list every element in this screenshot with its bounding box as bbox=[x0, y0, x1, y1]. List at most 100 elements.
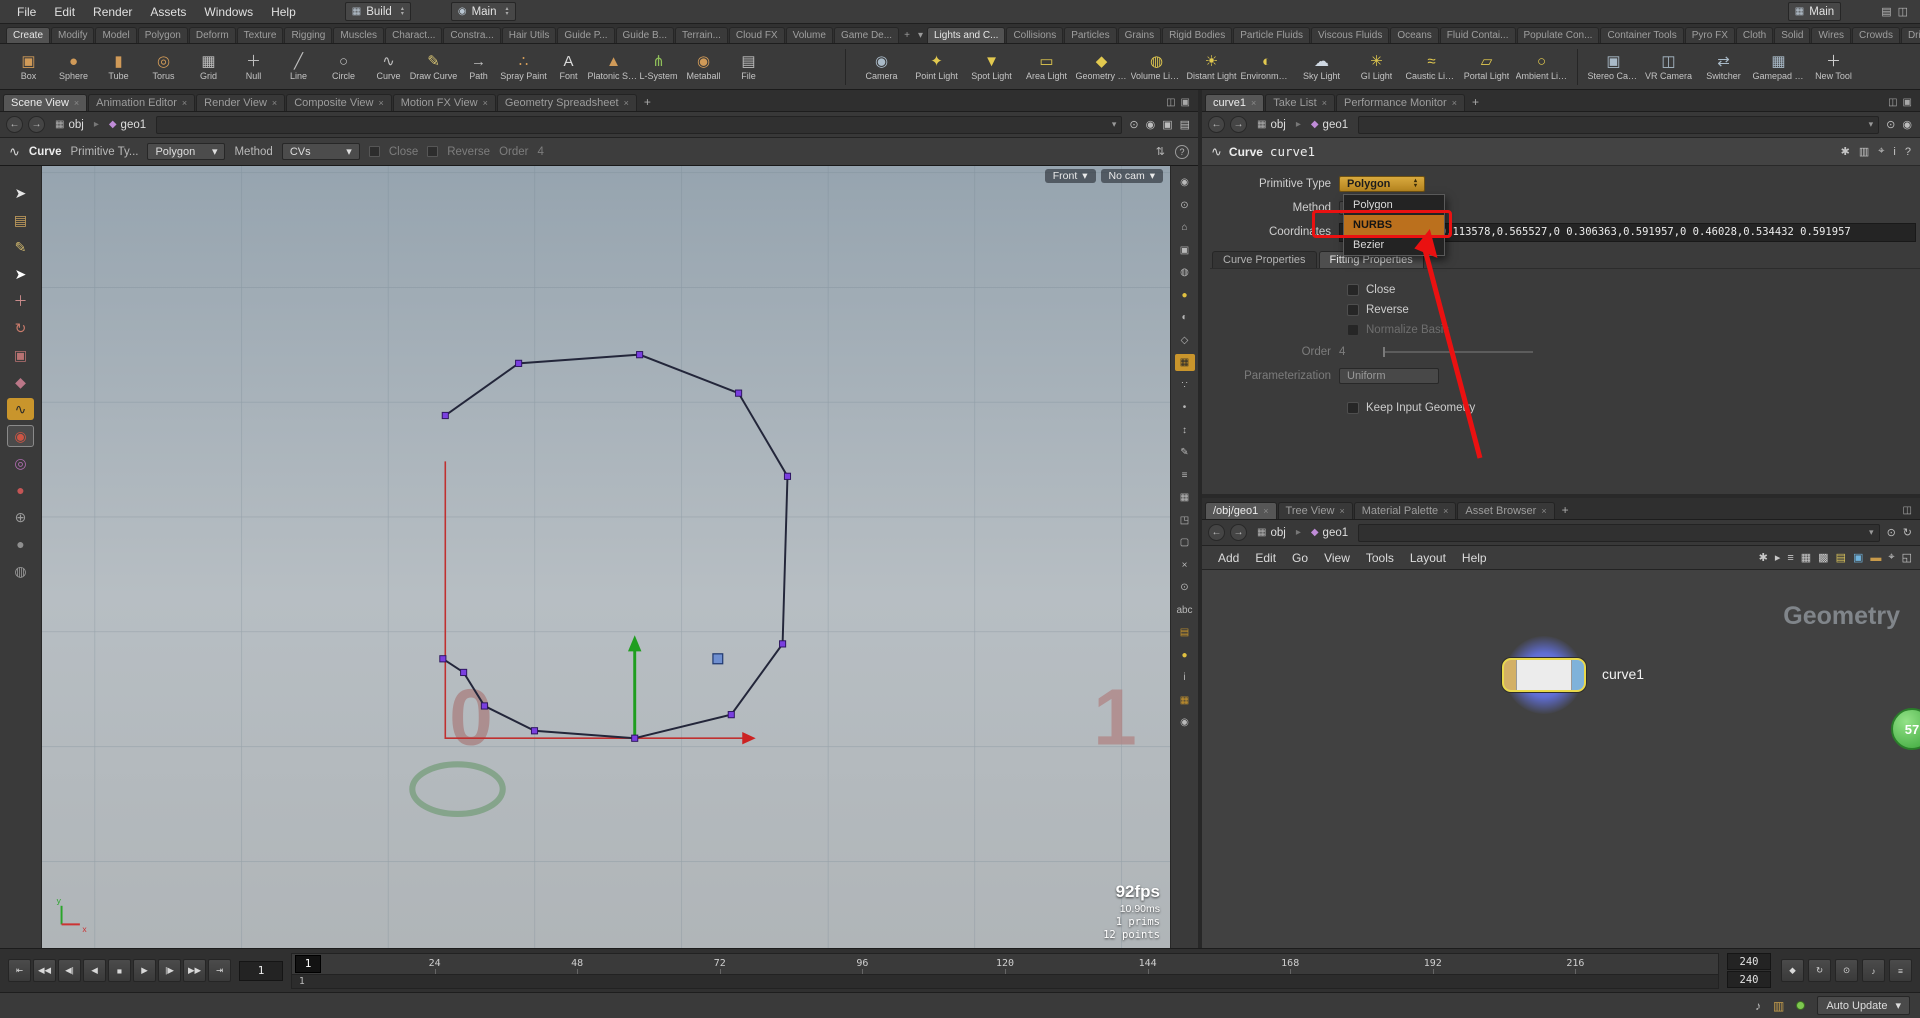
shelf-tab[interactable]: Muscles bbox=[333, 27, 384, 43]
path-combo[interactable]: ▾ bbox=[1358, 524, 1879, 542]
camera-select-button[interactable]: No cam▾ bbox=[1101, 169, 1163, 183]
shelf-tab[interactable]: Rigging bbox=[284, 27, 332, 43]
grid-orange-icon[interactable]: ▦ bbox=[1175, 692, 1195, 709]
shade-toggle-icon[interactable]: ◐ bbox=[1175, 309, 1195, 326]
menu-item[interactable]: Windows bbox=[195, 3, 262, 21]
node-name-field[interactable]: curve1 bbox=[1270, 144, 1834, 159]
pane-tab[interactable]: Animation Editor × bbox=[88, 94, 195, 111]
shelf-tab[interactable]: Oceans bbox=[1390, 27, 1438, 43]
shelf-tool[interactable]: ▲ Platonic Solids bbox=[591, 53, 636, 81]
shelf-tab[interactable]: Constra... bbox=[443, 27, 500, 43]
breadcrumb-root[interactable]: ▦ obj bbox=[1252, 118, 1291, 132]
space-toggle-icon[interactable]: ◍ bbox=[1175, 264, 1195, 281]
dropdown-item[interactable]: Bezier bbox=[1344, 235, 1444, 255]
shelf-tool[interactable]: ∴ Spray Paint bbox=[501, 53, 546, 81]
shelf-tab[interactable]: Cloth bbox=[1736, 27, 1773, 43]
path-follow-icon[interactable]: ◉ bbox=[1146, 118, 1156, 131]
path-follow-icon[interactable]: ◉ bbox=[1902, 118, 1912, 131]
prev-key-button[interactable]: ◀◀ bbox=[33, 959, 56, 982]
network-canvas[interactable]: Geometry curve1 57 bbox=[1202, 570, 1920, 948]
curve-cv[interactable] bbox=[481, 703, 487, 709]
camera-lock-icon[interactable]: ◉ bbox=[1175, 714, 1195, 731]
shelf-tool[interactable]: ▱ Portal Light bbox=[1459, 53, 1514, 81]
back-icon[interactable]: ← bbox=[6, 116, 23, 133]
audio-mute-icon[interactable]: ♪ bbox=[1755, 999, 1761, 1013]
curve-cv[interactable] bbox=[516, 360, 522, 366]
parameterization-select[interactable]: Uniform bbox=[1339, 368, 1439, 384]
network-menu-item[interactable]: View bbox=[1316, 550, 1358, 566]
pane-tab[interactable]: Take List × bbox=[1265, 94, 1335, 111]
shelf-tool[interactable]: ☁ Sky Light bbox=[1294, 53, 1349, 81]
breadcrumb-node[interactable]: ◆ geo1 bbox=[1306, 118, 1353, 132]
move-tool-icon[interactable]: ＋ bbox=[7, 290, 34, 312]
pane-tab[interactable]: Render View × bbox=[196, 94, 285, 111]
shelf-tab[interactable]: Viscous Fluids bbox=[1311, 27, 1389, 43]
shelf-tab[interactable]: Populate Con... bbox=[1517, 27, 1600, 43]
order-value[interactable]: 4 bbox=[1339, 346, 1369, 358]
view-orientation-button[interactable]: Front▾ bbox=[1045, 169, 1096, 183]
shelf-tool[interactable]: ▣ Box bbox=[6, 53, 51, 81]
edit-tool-icon[interactable]: ✎ bbox=[7, 236, 34, 258]
path-background-icon[interactable]: ▤ bbox=[1180, 118, 1190, 131]
shelf-tool[interactable]: ○ Circle bbox=[321, 53, 366, 81]
shelf-tool[interactable]: ✦ Point Light bbox=[909, 53, 964, 81]
tab-add-icon[interactable]: + bbox=[1466, 95, 1485, 111]
network-menu-item[interactable]: Help bbox=[1454, 550, 1495, 566]
breadcrumb-root[interactable]: ▦ obj bbox=[1252, 526, 1291, 540]
path-pin-icon[interactable]: ⊙ bbox=[1887, 526, 1896, 539]
op-primitive-type-select[interactable]: Polygon▾ bbox=[147, 143, 225, 160]
tab-close-icon[interactable]: × bbox=[1263, 506, 1268, 516]
shelf-tab[interactable]: Wires bbox=[1811, 27, 1851, 43]
network-menu-item[interactable]: Edit bbox=[1247, 550, 1284, 566]
shelf-tool[interactable]: ◫ VR Camera bbox=[1641, 53, 1696, 81]
shelf-tool[interactable]: ✳ GI Light bbox=[1349, 53, 1404, 81]
display-options-icon[interactable]: ▢ bbox=[1175, 534, 1195, 551]
op-help-icon[interactable]: ? bbox=[1175, 145, 1189, 159]
desktop-selector[interactable]: ▦ Build ▴▾ bbox=[345, 2, 411, 21]
op-order-value[interactable]: 4 bbox=[537, 146, 543, 158]
shelf-tool[interactable]: ○ Ambient Light bbox=[1514, 53, 1569, 81]
pane-max-icon[interactable]: ▣ bbox=[1181, 97, 1190, 108]
camera-view-icon[interactable]: ◉ bbox=[1175, 174, 1195, 191]
stop-button[interactable]: ■ bbox=[108, 959, 131, 982]
menu-item[interactable]: Render bbox=[84, 3, 141, 21]
dropdown-item[interactable]: NURBS bbox=[1344, 215, 1444, 235]
menu-item[interactable]: Edit bbox=[45, 3, 84, 21]
align-tool-icon[interactable]: ⊕ bbox=[7, 506, 34, 528]
curve-cv[interactable] bbox=[736, 390, 742, 396]
op-sort-icon[interactable]: ⇅ bbox=[1156, 145, 1165, 158]
range-end-field[interactable]: 240 bbox=[1727, 971, 1771, 988]
shelf-tab[interactable]: Create bbox=[6, 27, 50, 43]
select-mode-icon[interactable]: ▦ bbox=[1175, 354, 1195, 371]
curve-cv[interactable] bbox=[632, 735, 638, 741]
params-info-icon[interactable]: i bbox=[1893, 146, 1895, 158]
op-close-checkbox[interactable] bbox=[369, 146, 380, 157]
audio-button[interactable]: ♪ bbox=[1862, 959, 1885, 982]
param-subtab[interactable]: Curve Properties bbox=[1212, 251, 1317, 268]
tab-close-icon[interactable]: × bbox=[483, 98, 488, 108]
frame-view-icon[interactable]: ▣ bbox=[1175, 242, 1195, 259]
param-checkbox[interactable] bbox=[1347, 324, 1359, 336]
shelf-tab[interactable]: Solid bbox=[1774, 27, 1810, 43]
shelf-tool[interactable]: ● Sphere bbox=[51, 53, 96, 81]
params-search-icon[interactable]: ⌖ bbox=[1878, 145, 1884, 158]
pane-tab[interactable]: Composite View × bbox=[286, 94, 392, 111]
shelf-tab[interactable]: Grains bbox=[1118, 27, 1161, 43]
end-frame-field[interactable]: 240 bbox=[1727, 953, 1771, 970]
scale-tool-icon[interactable]: ▣ bbox=[7, 344, 34, 366]
info-view-icon[interactable]: i bbox=[1175, 669, 1195, 686]
path-pin-icon[interactable]: ⊙ bbox=[1129, 118, 1138, 131]
pane-split-icon[interactable]: ◫ bbox=[1903, 505, 1912, 516]
shelf-tool[interactable]: ▦ Grid bbox=[186, 53, 231, 81]
snap-toggle-icon[interactable]: ◇ bbox=[1175, 332, 1195, 349]
home-view-icon[interactable]: ⌂ bbox=[1175, 219, 1195, 236]
node-middle[interactable] bbox=[1517, 660, 1571, 690]
shelf-tab[interactable]: Crowds bbox=[1852, 27, 1900, 43]
pane-tab[interactable]: Geometry Spreadsheet × bbox=[497, 94, 637, 111]
primitive-type-select[interactable]: Polygon ▴▾ bbox=[1339, 176, 1425, 192]
pane-tab[interactable]: Performance Monitor × bbox=[1336, 94, 1465, 111]
measure-icon[interactable]: ↕ bbox=[1175, 422, 1195, 439]
pane-tab[interactable]: Asset Browser × bbox=[1457, 502, 1554, 519]
tab-add-icon[interactable]: + bbox=[638, 95, 657, 111]
path-combo[interactable]: ▾ bbox=[1358, 116, 1879, 134]
